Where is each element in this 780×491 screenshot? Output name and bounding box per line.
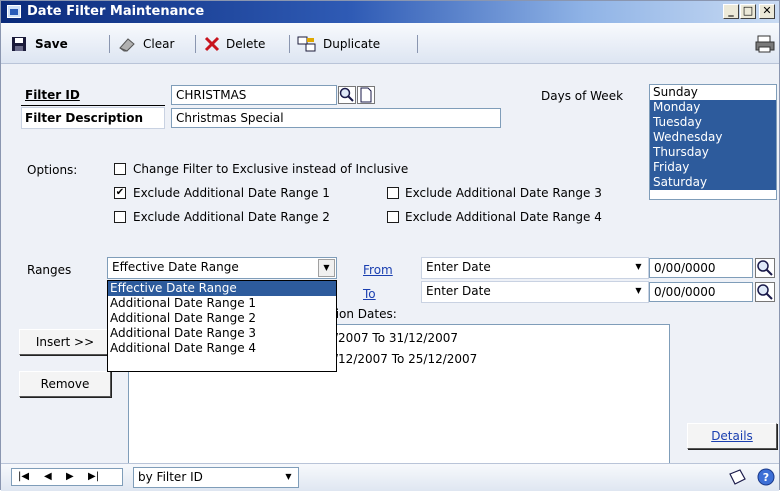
ranges-option[interactable]: Additional Date Range 1 xyxy=(108,296,336,311)
filter-desc-field[interactable]: Christmas Special xyxy=(171,108,501,128)
clear-button[interactable]: Clear xyxy=(143,35,174,53)
exclude-range-2-checkbox[interactable] xyxy=(114,211,126,223)
duplicate-icon xyxy=(297,36,316,52)
status-bar: |◀ ◀ ▶ ▶| by Filter ID ▼ ? xyxy=(1,463,779,491)
save-button[interactable]: Save xyxy=(35,35,68,53)
exclude-range-2-label[interactable]: Exclude Additional Date Range 2 xyxy=(133,210,330,224)
record-navigator: |◀ ◀ ▶ ▶| xyxy=(11,468,123,486)
printer-icon[interactable] xyxy=(755,35,775,53)
calendar-lookup-icon[interactable] xyxy=(755,258,775,278)
exclude-range-1-checkbox[interactable]: ✔ xyxy=(114,187,126,199)
app-icon xyxy=(7,5,21,18)
list-item[interactable]: Saturday xyxy=(650,175,776,190)
last-record-icon[interactable]: ▶| xyxy=(88,469,99,485)
exclude-range-4-label[interactable]: Exclude Additional Date Range 4 xyxy=(405,210,602,224)
chevron-down-icon[interactable]: ▼ xyxy=(318,259,335,277)
list-item[interactable]: /2007 To 31/12/2007 xyxy=(334,331,458,345)
duplicate-button[interactable]: Duplicate xyxy=(323,35,380,53)
title-bar[interactable]: Date Filter Maintenance _ □ ✕ xyxy=(1,1,779,23)
save-icon xyxy=(12,37,26,51)
insert-button[interactable]: Insert >> xyxy=(19,329,111,355)
to-link[interactable]: To xyxy=(363,287,376,301)
toolbar: Save Clear Delete Duplicate xyxy=(1,23,779,64)
window: Date Filter Maintenance _ □ ✕ Save Clear… xyxy=(0,0,780,491)
delete-icon xyxy=(204,36,220,52)
calendar-lookup-icon[interactable] xyxy=(755,282,775,302)
options-label: Options: xyxy=(27,163,78,177)
ranges-dropdown-menu[interactable]: Effective Date Range Additional Date Ran… xyxy=(107,280,337,372)
list-item[interactable]: Tuesday xyxy=(650,115,776,130)
ranges-selected: Effective Date Range xyxy=(112,260,239,274)
eraser-icon xyxy=(119,38,135,52)
ranges-option[interactable]: Additional Date Range 4 xyxy=(108,341,336,356)
chevron-down-icon[interactable]: ▼ xyxy=(280,469,297,486)
list-item[interactable]: Wednesday xyxy=(650,130,776,145)
list-item[interactable]: /12/2007 To 25/12/2007 xyxy=(334,352,477,366)
list-item[interactable]: Sunday xyxy=(650,85,776,100)
exclude-range-1-label[interactable]: Exclude Additional Date Range 1 xyxy=(133,186,330,200)
close-button[interactable]: ✕ xyxy=(759,4,775,19)
chevron-down-icon[interactable]: ▼ xyxy=(630,283,647,301)
from-date-field[interactable]: 0/00/0000 xyxy=(649,258,753,278)
insert-button-label: Insert >> xyxy=(35,335,95,349)
change-exclusive-checkbox[interactable] xyxy=(114,163,126,175)
note-icon[interactable] xyxy=(727,468,747,486)
sort-value: by Filter ID xyxy=(138,470,203,484)
ranges-option[interactable]: Additional Date Range 3 xyxy=(108,326,336,341)
to-date-type-dropdown[interactable]: Enter Date ▼ xyxy=(421,281,649,303)
list-item[interactable]: Monday xyxy=(650,100,776,115)
ranges-option[interactable]: Additional Date Range 2 xyxy=(108,311,336,326)
previous-record-icon[interactable]: ◀ xyxy=(44,469,52,485)
days-of-week-list[interactable]: Sunday Monday Tuesday Wednesday Thursday… xyxy=(649,84,777,200)
ranges-label: Ranges xyxy=(27,263,72,277)
list-item[interactable]: Friday xyxy=(650,160,776,175)
svg-text:?: ? xyxy=(763,471,769,484)
chevron-down-icon[interactable]: ▼ xyxy=(630,259,647,277)
details-button-label: Details xyxy=(711,429,753,443)
note-icon[interactable] xyxy=(357,86,375,104)
filter-id-label[interactable]: Filter ID xyxy=(25,88,80,102)
exclude-range-3-label[interactable]: Exclude Additional Date Range 3 xyxy=(405,186,602,200)
toolbar-separator xyxy=(289,35,290,53)
sort-dropdown[interactable]: by Filter ID ▼ xyxy=(133,467,299,488)
exclude-range-4-checkbox[interactable] xyxy=(387,211,399,223)
filter-id-field[interactable]: CHRISTMAS xyxy=(171,85,337,105)
change-exclusive-label[interactable]: Change Filter to Exclusive instead of In… xyxy=(133,162,408,176)
filter-id-underline xyxy=(21,105,165,106)
from-date-type-value: Enter Date xyxy=(426,260,491,274)
next-record-icon[interactable]: ▶ xyxy=(66,469,74,485)
ranges-option[interactable]: Effective Date Range xyxy=(108,281,336,296)
list-item[interactable]: Thursday xyxy=(650,145,776,160)
lookup-icon[interactable] xyxy=(338,86,356,104)
to-date-field[interactable]: 0/00/0000 xyxy=(649,282,753,302)
dates-list-header: tion Dates: xyxy=(331,307,397,321)
remove-button-label: Remove xyxy=(40,377,90,391)
minimize-button[interactable]: _ xyxy=(723,4,739,19)
remove-button[interactable]: Remove xyxy=(19,371,111,397)
window-title: Date Filter Maintenance xyxy=(27,4,205,19)
filter-desc-label: Filter Description xyxy=(25,111,144,125)
toolbar-separator xyxy=(195,35,196,53)
from-link[interactable]: From xyxy=(363,263,393,277)
help-icon[interactable]: ? xyxy=(757,468,775,486)
toolbar-separator xyxy=(109,35,110,53)
ranges-dropdown[interactable]: Effective Date Range ▼ xyxy=(107,257,337,279)
exclude-range-3-checkbox[interactable] xyxy=(387,187,399,199)
details-button[interactable]: Details xyxy=(687,423,777,449)
from-date-type-dropdown[interactable]: Enter Date ▼ xyxy=(421,257,649,279)
maximize-button[interactable]: □ xyxy=(740,4,756,19)
first-record-icon[interactable]: |◀ xyxy=(18,469,29,485)
days-of-week-label: Days of Week xyxy=(541,89,624,103)
toolbar-separator xyxy=(417,35,418,53)
to-date-type-value: Enter Date xyxy=(426,284,491,298)
delete-button[interactable]: Delete xyxy=(226,35,265,53)
